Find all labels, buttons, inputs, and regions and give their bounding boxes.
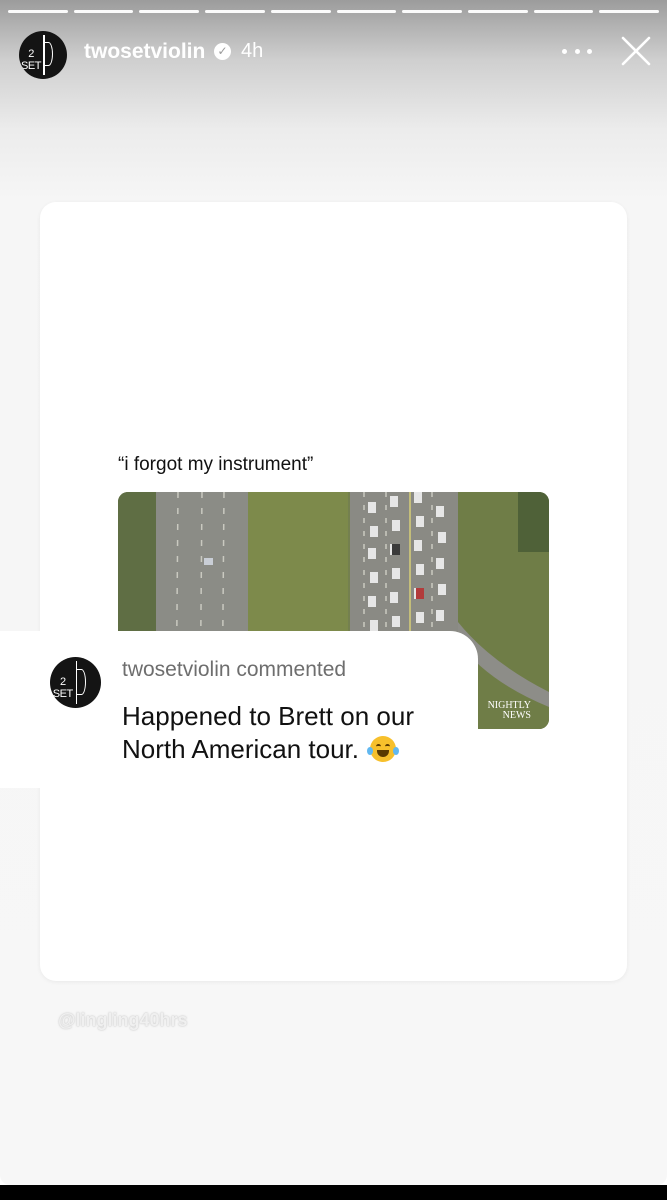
progress-segment bbox=[336, 10, 397, 13]
nightly-news-logo: NIGHTLY NEWS bbox=[487, 700, 531, 721]
progress-segment bbox=[8, 10, 68, 13]
mention-sticker[interactable]: @lingling40hrs bbox=[58, 1010, 188, 1031]
story-timestamp: 4h bbox=[241, 40, 264, 62]
progress-segment bbox=[73, 10, 134, 13]
progress-segment bbox=[467, 10, 528, 13]
face-with-tears-of-joy-icon bbox=[367, 736, 400, 762]
progress-segment bbox=[533, 10, 594, 13]
progress-segment bbox=[205, 10, 265, 13]
close-icon[interactable] bbox=[620, 35, 652, 67]
more-options-icon[interactable] bbox=[562, 43, 592, 59]
story-progress-bar bbox=[8, 10, 660, 14]
profile-username[interactable]: twosetviolin bbox=[84, 40, 205, 64]
comment-avatar: 2 SET bbox=[50, 657, 101, 708]
post-caption: “i forgot my instrument” bbox=[118, 454, 314, 475]
violin-scroll-icon bbox=[44, 42, 53, 66]
bottom-bar bbox=[0, 1185, 667, 1200]
progress-segment bbox=[270, 10, 331, 13]
story-screen: 2 SET twosetviolin ✓ 4h “i forgot my ins… bbox=[0, 0, 667, 1185]
comment-text-wrap: Happened to Brett on our North American … bbox=[122, 700, 482, 766]
profile-avatar[interactable]: 2 SET bbox=[19, 31, 67, 79]
progress-segment bbox=[402, 10, 462, 13]
violin-scroll-icon bbox=[77, 669, 86, 695]
avatar-text: 2 SET bbox=[52, 676, 73, 700]
progress-segment bbox=[599, 10, 660, 13]
verified-badge-icon: ✓ bbox=[214, 43, 231, 60]
progress-segment bbox=[139, 10, 200, 13]
comment-author-line: twosetviolin commented bbox=[122, 658, 347, 681]
avatar-text: 2 SET bbox=[21, 48, 41, 72]
